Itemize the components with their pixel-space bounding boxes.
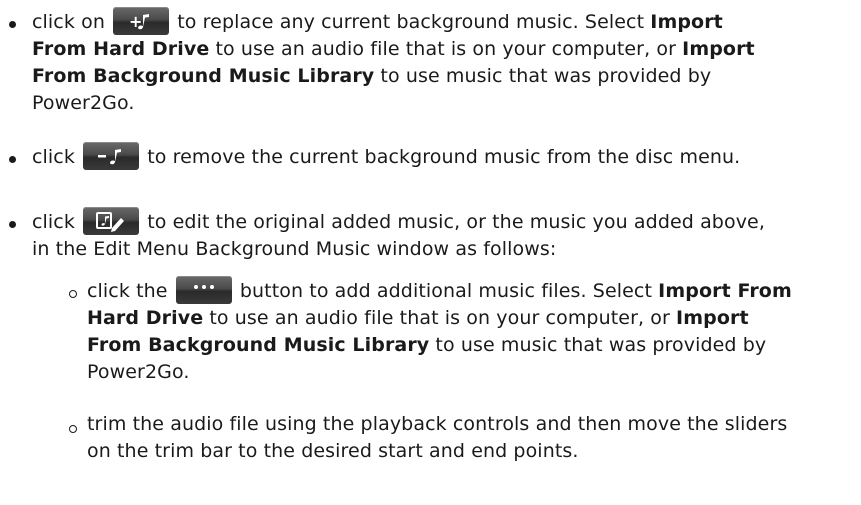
subitem-more-options-line-4: Power2Go. xyxy=(87,361,190,383)
help-document: click on + to replace any current backgr… xyxy=(0,0,861,505)
bullet xyxy=(9,21,16,28)
item-add-music-line-1: click on + to replace any current backgr… xyxy=(32,7,723,36)
item-remove-music: click to remove the current background m… xyxy=(32,142,740,171)
item-add-music-line-3: From Background Music Library to use mus… xyxy=(32,65,712,87)
more-options-icon xyxy=(175,276,232,304)
sub-bullet xyxy=(69,425,77,433)
subitem-more-options-line-1: click the button to add additional music… xyxy=(87,276,792,305)
item-add-music-line-4: Power2Go. xyxy=(32,92,135,114)
bullet xyxy=(9,221,16,228)
subitem-trim-line-2: on the trim bar to the desired start and… xyxy=(87,440,579,462)
item-add-music-line-2: From Hard Drive to use an audio file tha… xyxy=(32,38,755,60)
add-music-icon: + xyxy=(113,7,170,35)
edit-music-icon xyxy=(83,207,140,235)
sub-bullet xyxy=(69,290,77,298)
bullet xyxy=(9,156,16,163)
remove-music-icon xyxy=(83,142,140,170)
item-edit-music-line-2: in the Edit Menu Background Music window… xyxy=(32,238,557,260)
item-edit-music-line-1: click to edit the original added music, … xyxy=(32,207,765,236)
subitem-trim-line-1: trim the audio file using the playback c… xyxy=(87,413,788,435)
subitem-more-options-line-2: Hard Drive to use an audio file that is … xyxy=(87,307,749,329)
subitem-more-options-line-3: From Background Music Library to use mus… xyxy=(87,334,767,356)
